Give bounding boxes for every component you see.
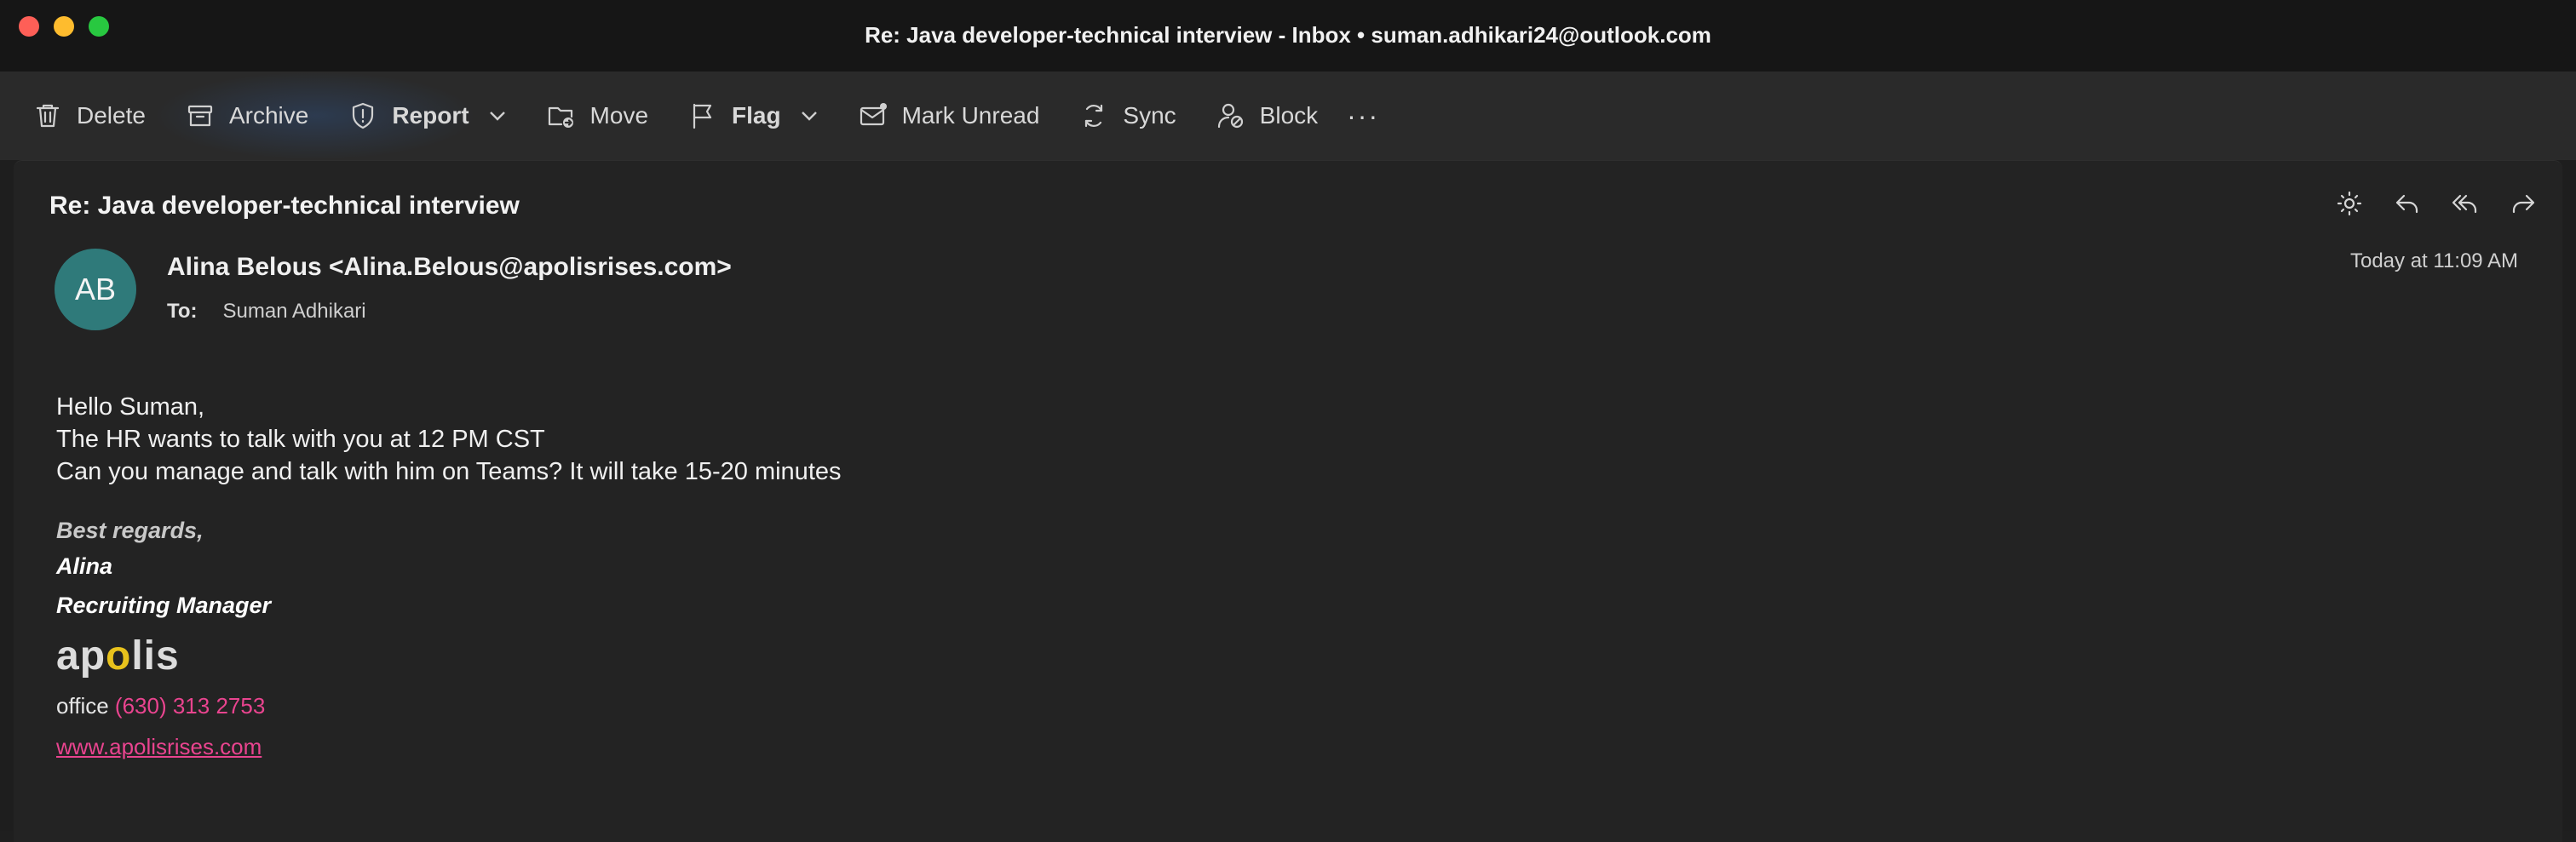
message-toolbar: Delete Archive Report Move Flag Mark Unr… [0,72,2576,160]
more-options-button[interactable]: ··· [1347,100,1379,132]
sync-icon [1085,104,1103,128]
window-controls [19,16,109,37]
logo-accent-letter: o [106,633,132,679]
archive-label: Archive [228,102,309,129]
forward-button[interactable] [2506,186,2540,221]
body-line: The HR wants to talk with you at 12 PM C… [56,426,545,453]
phone-link[interactable]: (630) 313 2753 [115,693,265,719]
company-logo: apolis [56,631,842,682]
archive-button[interactable]: Archive [180,89,313,143]
sync-button[interactable]: Sync [1073,89,1181,143]
sun-icon [2337,191,2362,216]
move-button[interactable]: Move [541,89,653,143]
mark-unread-button[interactable]: Mark Unread [853,89,1045,143]
report-label: Report [392,102,469,129]
reading-pane: Re: Java developer-technical interview A… [14,160,2562,842]
mail-window: Re: Java developer-technical interview -… [0,0,2576,842]
body-line: Can you manage and talk with him on Team… [56,458,842,485]
office-label: office [56,693,109,719]
reply-all-button[interactable] [2448,186,2482,221]
office-phone-line: office (630) 313 2753 [56,685,842,726]
flag-icon [693,103,712,129]
message-subject: Re: Java developer-technical interview [49,192,520,220]
website-link[interactable]: www.apolisrises.com [56,726,842,767]
recipient-line: To: Suman Adhikari [167,300,366,324]
to-label: To: [167,300,198,323]
theme-toggle-button[interactable] [2332,186,2366,221]
flag-label: Flag [732,102,781,129]
reply-button[interactable] [2390,186,2424,221]
reply-icon [2395,194,2418,214]
message-body: Hello Suman, The HR wants to talk with y… [56,391,842,767]
chevron-down-icon [801,112,817,121]
chevron-down-icon [489,112,505,121]
folder-move-icon [548,106,573,128]
message-actions [2332,186,2540,221]
zoom-window-button[interactable] [89,16,109,37]
forward-icon [2512,194,2535,214]
logo-text-end: lis [131,633,180,679]
block-label: Block [1259,102,1319,129]
logo-text-start: ap [56,633,106,679]
block-user-icon [1217,103,1243,129]
shield-icon [353,102,374,129]
block-button[interactable]: Block [1210,89,1323,143]
sender-address[interactable]: Alina Belous <Alina.Belous@apolisrises.c… [167,253,732,282]
move-label: Move [589,102,649,129]
delete-button[interactable]: Delete [27,89,151,143]
recipient-name[interactable]: Suman Adhikari [223,300,366,324]
message-timestamp: Today at 11:09 AM [2349,249,2518,272]
close-window-button[interactable] [19,16,39,37]
signature-regards: Best regards, [56,518,204,543]
signature-title: Recruiting Manager [56,593,272,618]
title-bar: Re: Java developer-technical interview -… [0,0,2576,72]
archive-icon [187,105,213,127]
sync-label: Sync [1123,102,1176,129]
avatar: AB [55,249,136,330]
reply-all-icon [2452,194,2477,214]
report-dropdown-button[interactable] [480,89,515,143]
envelope-icon [860,103,887,126]
body-line: Hello Suman, [56,393,205,421]
mark-unread-label: Mark Unread [901,102,1040,129]
flag-button[interactable]: Flag [682,89,786,143]
minimize-window-button[interactable] [54,16,74,37]
report-button[interactable]: Report [342,89,474,143]
delete-label: Delete [77,102,146,129]
signature-name: Alina [56,553,113,579]
window-title: Re: Java developer-technical interview -… [865,21,1711,48]
trash-icon [36,104,60,128]
flag-dropdown-button[interactable] [791,89,827,143]
